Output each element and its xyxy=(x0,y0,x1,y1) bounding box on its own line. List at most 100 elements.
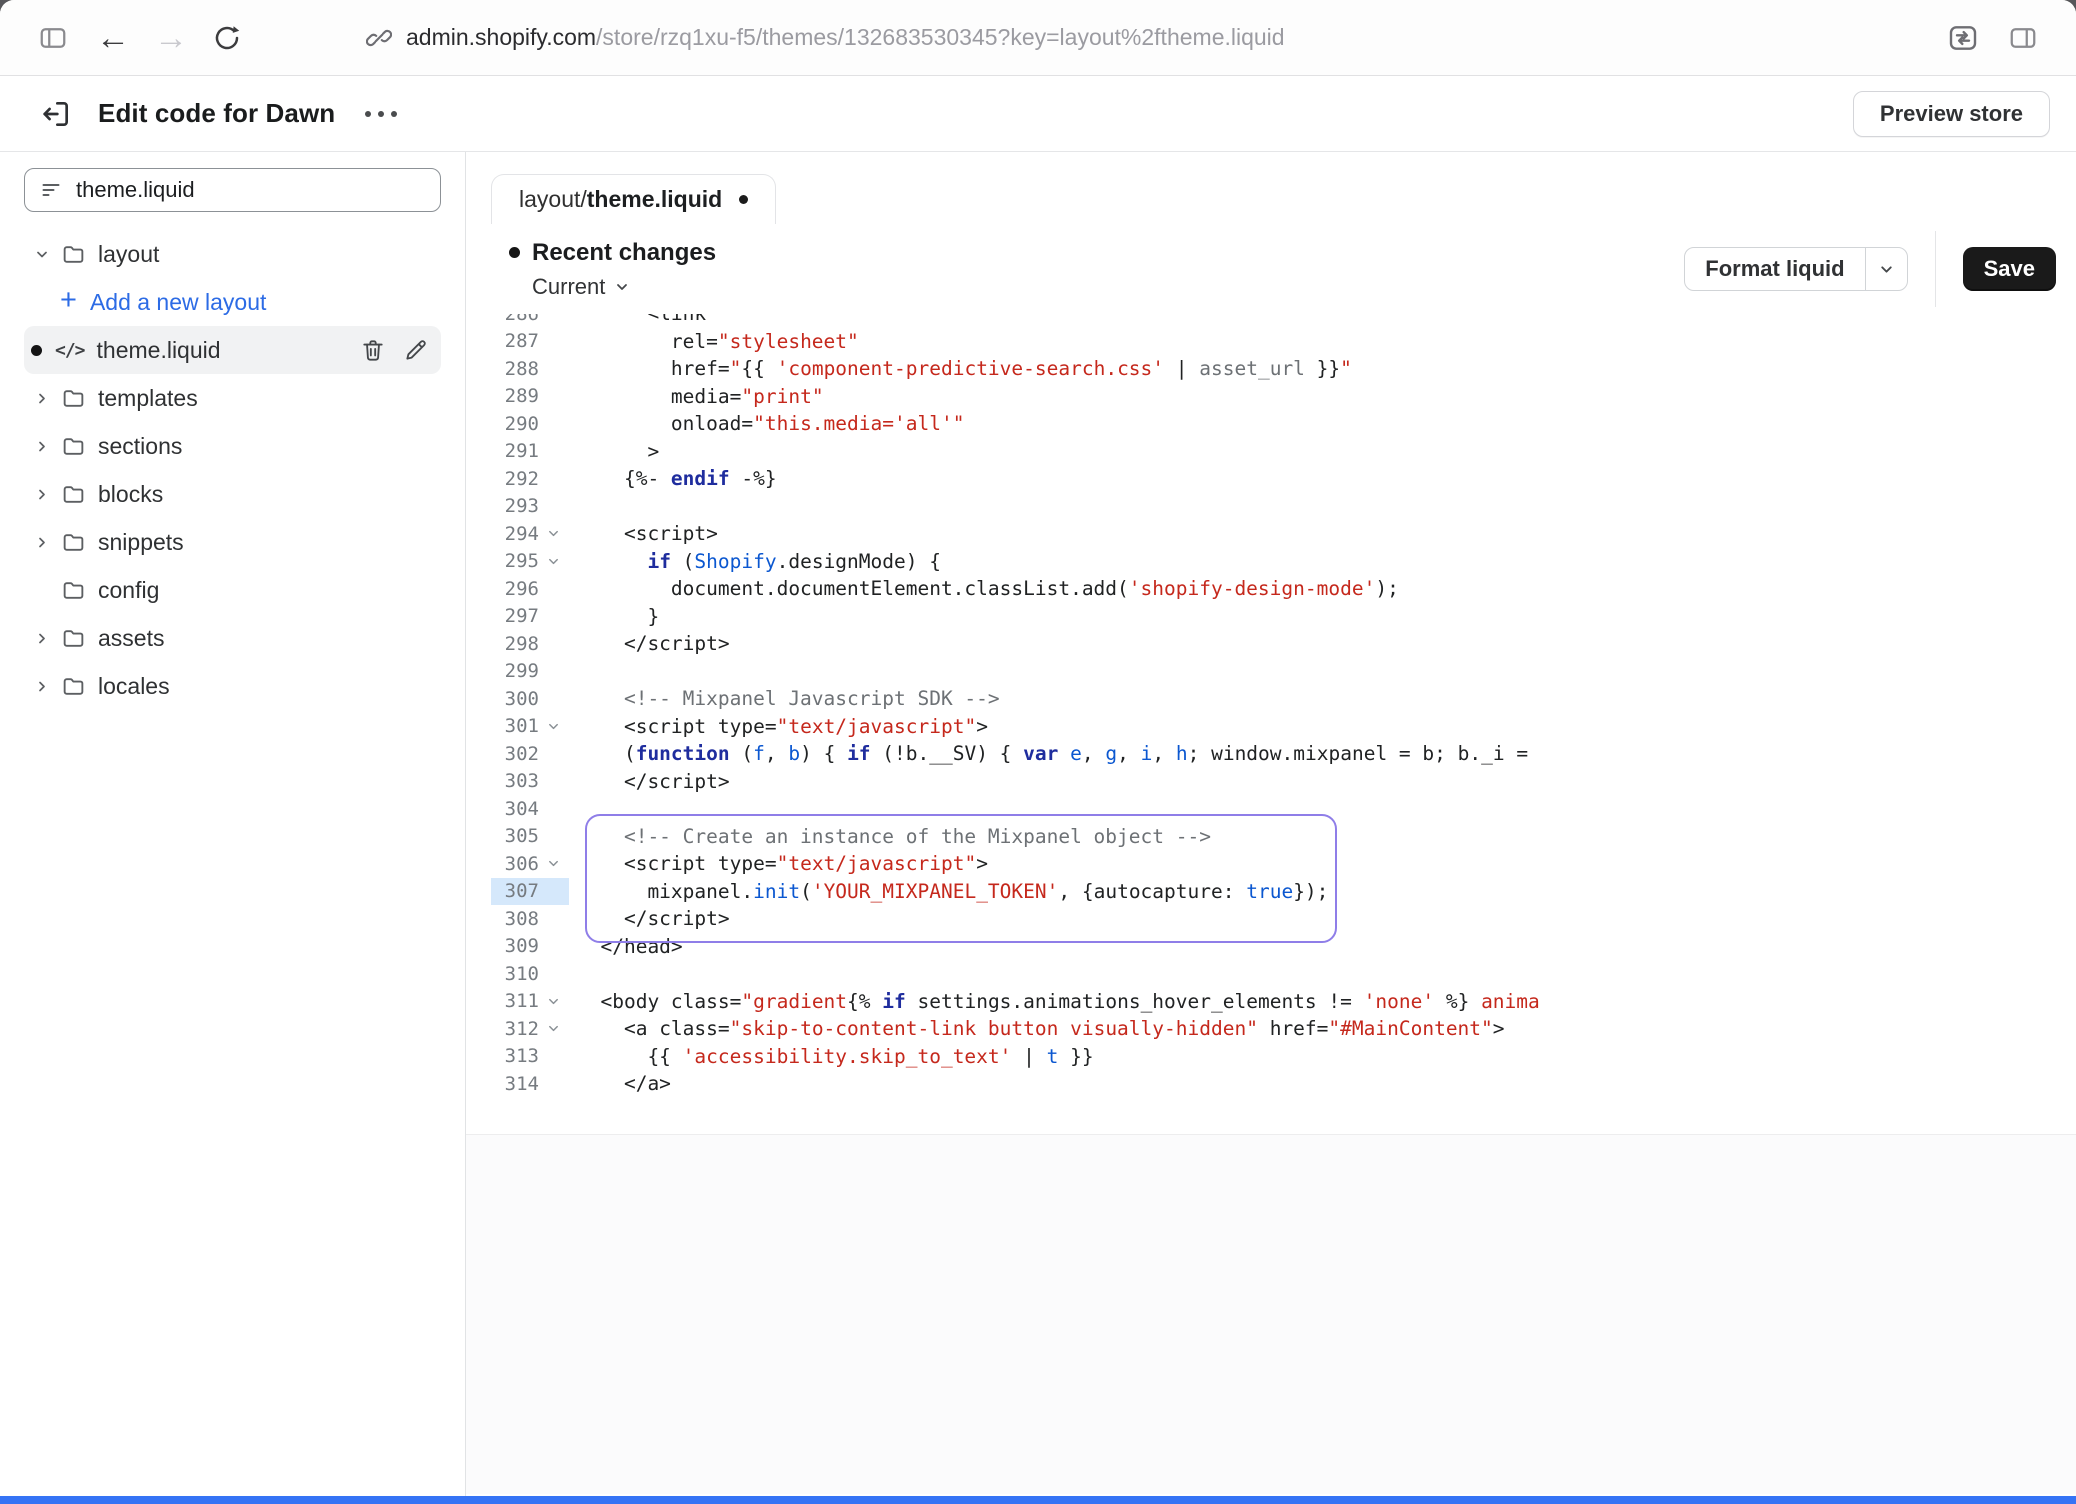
line-number[interactable]: 296 xyxy=(491,578,539,600)
chevron-right-icon[interactable] xyxy=(34,486,50,503)
tree-file-theme-liquid[interactable]: </> theme.liquid xyxy=(24,326,441,374)
fold-chevron-icon[interactable] xyxy=(539,995,567,1008)
line-number[interactable]: 299 xyxy=(491,660,539,682)
back-icon[interactable]: ← xyxy=(90,15,136,61)
address-bar[interactable]: admin.shopify.com/store/rzq1xu-f5/themes… xyxy=(366,24,1285,51)
tree-folder-locales[interactable]: locales xyxy=(24,662,441,710)
code-line[interactable]: 295 if (Shopify.designMode) { xyxy=(491,548,2056,576)
chevron-right-icon[interactable] xyxy=(34,630,50,647)
line-number[interactable]: 286 xyxy=(491,314,539,325)
line-number[interactable]: 294 xyxy=(491,523,539,545)
file-filter-input[interactable]: theme.liquid xyxy=(24,168,441,212)
tree-folder-config[interactable]: config xyxy=(24,566,441,614)
extensions-icon[interactable] xyxy=(1940,15,1986,61)
line-number[interactable]: 308 xyxy=(491,908,539,930)
line-number[interactable]: 288 xyxy=(491,358,539,380)
save-button[interactable]: Save xyxy=(1963,247,2056,291)
tab-theme-liquid[interactable]: layout/theme.liquid xyxy=(491,174,776,224)
delete-file-icon[interactable] xyxy=(360,337,386,363)
line-number[interactable]: 292 xyxy=(491,468,539,490)
code-line[interactable]: 303 </script> xyxy=(491,768,2056,796)
code-line[interactable]: 300 <!-- Mixpanel Javascript SDK --> xyxy=(491,685,2056,713)
tree-folder-blocks[interactable]: blocks xyxy=(24,470,441,518)
code-line[interactable]: 312 <a class="skip-to-content-link butto… xyxy=(491,1015,2056,1043)
code-line[interactable]: 292 {%- endif -%} xyxy=(491,465,2056,493)
code-line[interactable]: 309 </head> xyxy=(491,933,2056,961)
chevron-right-icon[interactable] xyxy=(34,678,50,695)
line-number[interactable]: 297 xyxy=(491,605,539,627)
code-line[interactable]: 301 <script type="text/javascript"> xyxy=(491,713,2056,741)
code-line[interactable]: 302 (function (f, b) { if (!b.__SV) { va… xyxy=(491,740,2056,768)
fold-chevron-icon[interactable] xyxy=(539,555,567,568)
line-number[interactable]: 304 xyxy=(491,798,539,820)
line-number[interactable]: 300 xyxy=(491,688,539,710)
rename-file-icon[interactable] xyxy=(403,337,429,363)
line-number[interactable]: 301 xyxy=(491,715,539,737)
code-line[interactable]: 304 xyxy=(491,795,2056,823)
more-menu-icon[interactable] xyxy=(365,111,397,117)
tree-folder-layout[interactable]: layout xyxy=(24,230,441,278)
chevron-right-icon[interactable] xyxy=(34,534,50,551)
sidebar-toggle-icon[interactable] xyxy=(30,15,76,61)
code-line[interactable]: 289 media="print" xyxy=(491,383,2056,411)
line-number[interactable]: 311 xyxy=(491,990,539,1012)
line-number[interactable]: 303 xyxy=(491,770,539,792)
fold-chevron-icon[interactable] xyxy=(539,1022,567,1035)
code-line[interactable]: 293 xyxy=(491,493,2056,521)
tree-folder-snippets[interactable]: snippets xyxy=(24,518,441,566)
file-filter-value: theme.liquid xyxy=(76,177,195,203)
code-line[interactable]: 298 </script> xyxy=(491,630,2056,658)
code-editor[interactable]: 286 <link287 rel="stylesheet"288 href="{… xyxy=(491,314,2056,1134)
line-number[interactable]: 287 xyxy=(491,330,539,352)
code-line[interactable]: 308 </script> xyxy=(491,905,2056,933)
line-number[interactable]: 295 xyxy=(491,550,539,572)
line-number[interactable]: 302 xyxy=(491,743,539,765)
code-line[interactable]: 314 </a> xyxy=(491,1070,2056,1098)
line-number[interactable]: 314 xyxy=(491,1073,539,1095)
code-line[interactable]: 299 xyxy=(491,658,2056,686)
preview-store-button[interactable]: Preview store xyxy=(1853,91,2050,137)
code-line[interactable]: 307 mixpanel.init('YOUR_MIXPANEL_TOKEN',… xyxy=(491,878,2056,906)
line-number[interactable]: 307 xyxy=(491,880,539,902)
line-number[interactable]: 312 xyxy=(491,1018,539,1040)
code-line[interactable]: 310 xyxy=(491,960,2056,988)
line-number[interactable]: 309 xyxy=(491,935,539,957)
line-number[interactable]: 310 xyxy=(491,963,539,985)
exit-editor-icon[interactable] xyxy=(40,98,72,130)
line-number[interactable]: 305 xyxy=(491,825,539,847)
format-liquid-button[interactable]: Format liquid xyxy=(1684,247,1907,291)
line-number[interactable]: 313 xyxy=(491,1045,539,1067)
reload-icon[interactable] xyxy=(204,15,250,61)
code-line[interactable]: 287 rel="stylesheet" xyxy=(491,328,2056,356)
tree-folder-sections[interactable]: sections xyxy=(24,422,441,470)
code-line[interactable]: 286 <link xyxy=(491,314,2056,328)
line-number[interactable]: 293 xyxy=(491,495,539,517)
code-line[interactable]: 296 document.documentElement.classList.a… xyxy=(491,575,2056,603)
fold-chevron-icon[interactable] xyxy=(539,527,567,540)
code-line[interactable]: 311 <body class="gradient{% if settings.… xyxy=(491,988,2056,1016)
line-number[interactable]: 291 xyxy=(491,440,539,462)
line-number[interactable]: 298 xyxy=(491,633,539,655)
chevron-down-icon[interactable] xyxy=(34,246,50,263)
line-number[interactable]: 290 xyxy=(491,413,539,435)
tree-folder-assets[interactable]: assets xyxy=(24,614,441,662)
fold-chevron-icon[interactable] xyxy=(539,857,567,870)
code-line[interactable]: 291 > xyxy=(491,438,2056,466)
code-line[interactable]: 306 <script type="text/javascript"> xyxy=(491,850,2056,878)
tree-folder-templates[interactable]: templates xyxy=(24,374,441,422)
code-line[interactable]: 313 {{ 'accessibility.skip_to_text' | t … xyxy=(491,1043,2056,1071)
add-new-layout-button[interactable]: + Add a new layout xyxy=(24,278,441,326)
fold-chevron-icon[interactable] xyxy=(539,720,567,733)
code-line[interactable]: 294 <script> xyxy=(491,520,2056,548)
chevron-right-icon[interactable] xyxy=(34,438,50,455)
code-line[interactable]: 305 <!-- Create an instance of the Mixpa… xyxy=(491,823,2056,851)
code-line[interactable]: 288 href="{{ 'component-predictive-searc… xyxy=(491,355,2056,383)
format-dropdown-toggle[interactable] xyxy=(1865,248,1907,290)
chevron-right-icon[interactable] xyxy=(34,390,50,407)
code-line[interactable]: 290 onload="this.media='all'" xyxy=(491,410,2056,438)
line-number[interactable]: 306 xyxy=(491,853,539,875)
line-number[interactable]: 289 xyxy=(491,385,539,407)
version-dropdown[interactable]: Current xyxy=(532,274,716,300)
code-line[interactable]: 297 } xyxy=(491,603,2056,631)
panel-right-icon[interactable] xyxy=(2000,15,2046,61)
